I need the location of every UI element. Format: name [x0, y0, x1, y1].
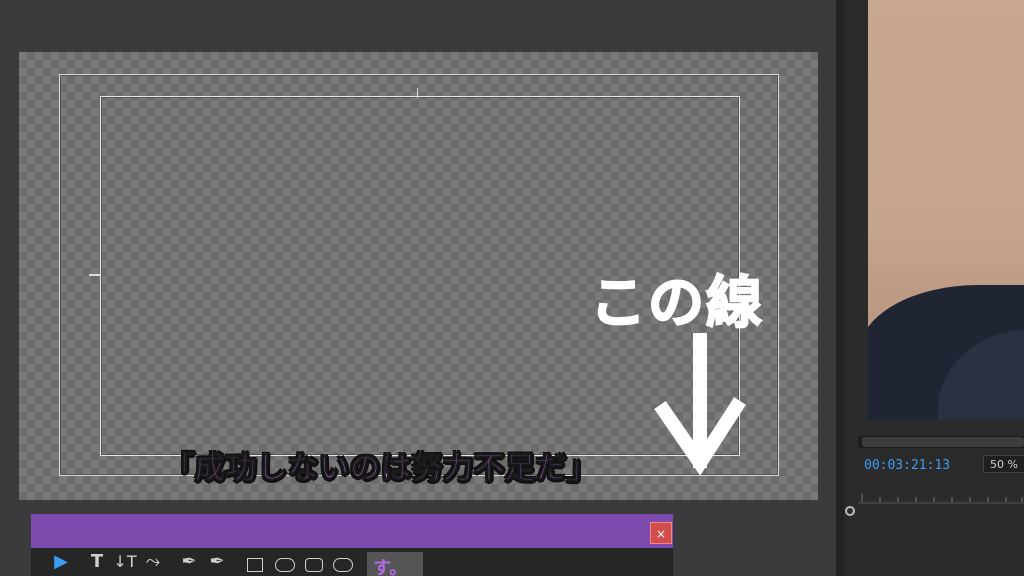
ellipse-tool-icon[interactable] [333, 558, 353, 572]
titler-dialog: × ▶ T ↓T ⤳ ✒ ✒ す。 [31, 514, 673, 576]
video-frame [868, 0, 1024, 420]
monitor-scrollbar-thumb[interactable] [862, 437, 1024, 447]
playhead-handle[interactable] [845, 506, 855, 516]
dialog-title-bar[interactable]: × [31, 514, 673, 548]
down-arrow-icon [654, 333, 746, 475]
subtitle-caption[interactable]: 「成功しないのは努力不足だ」 [164, 443, 598, 487]
path-text-tool-icon[interactable]: ⤳ [141, 550, 165, 574]
pen-tool-icon[interactable]: ✒ [177, 550, 201, 574]
program-panel: この線 「成功しないのは努力不足だ」 × ▶ T ↓T ⤳ ✒ ✒ す。 [0, 0, 836, 576]
center-mark-top [417, 88, 418, 98]
add-anchor-tool-icon[interactable]: ✒ [205, 550, 229, 574]
center-mark-left [89, 274, 101, 276]
timecode-display[interactable]: 00:03:21:13 [864, 458, 950, 473]
rounded-rectangle-tool-icon[interactable] [275, 558, 295, 572]
selection-tool-icon[interactable]: ▶ [49, 550, 73, 574]
zoom-level-select[interactable]: 50 % [983, 455, 1024, 473]
dialog-toolbar: ▶ T ↓T ⤳ ✒ ✒ す。 [31, 548, 673, 576]
annotation-text: この線 [589, 270, 764, 337]
clipped-rectangle-tool-icon[interactable] [305, 558, 323, 572]
time-ruler[interactable] [858, 488, 1024, 510]
rectangle-tool-icon[interactable] [247, 558, 263, 572]
vertical-text-tool-icon[interactable]: ↓T [113, 550, 137, 574]
source-monitor-panel: 00:03:21:13 50 % [844, 0, 1024, 576]
style-thumbnail[interactable]: す。 [367, 552, 423, 576]
panel-divider[interactable] [836, 0, 844, 576]
text-tool-icon[interactable]: T [85, 550, 109, 574]
close-button[interactable]: × [650, 522, 672, 544]
